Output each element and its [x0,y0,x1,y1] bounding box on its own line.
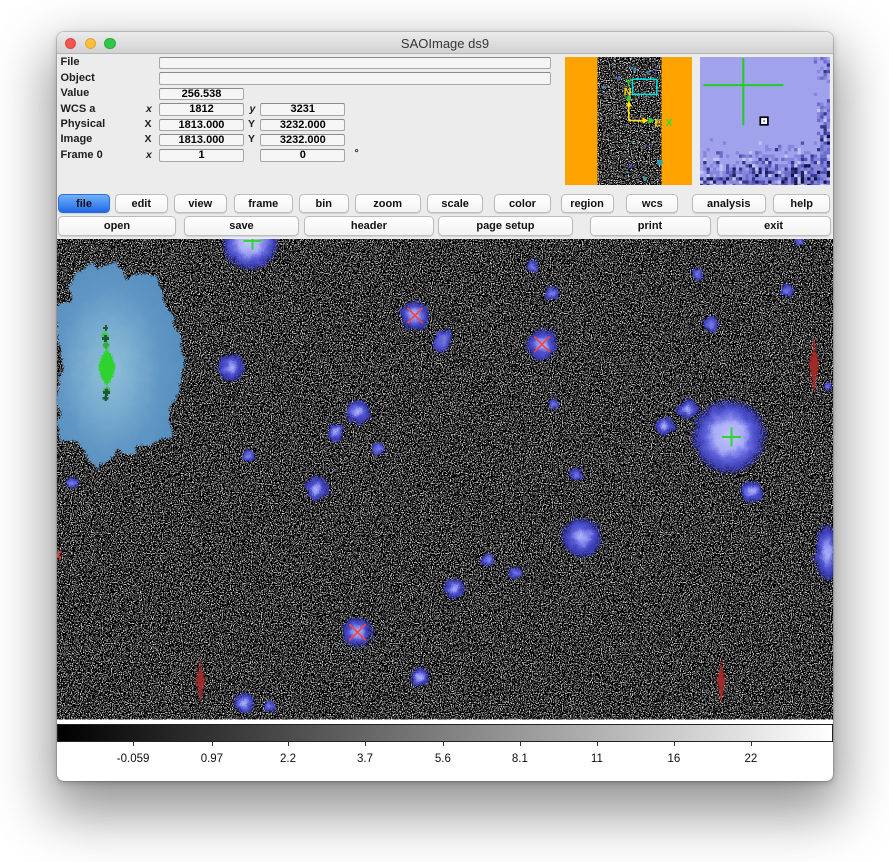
svg-text:E: E [654,118,661,130]
svg-text:N: N [623,86,631,98]
svg-text:X: X [665,117,672,129]
